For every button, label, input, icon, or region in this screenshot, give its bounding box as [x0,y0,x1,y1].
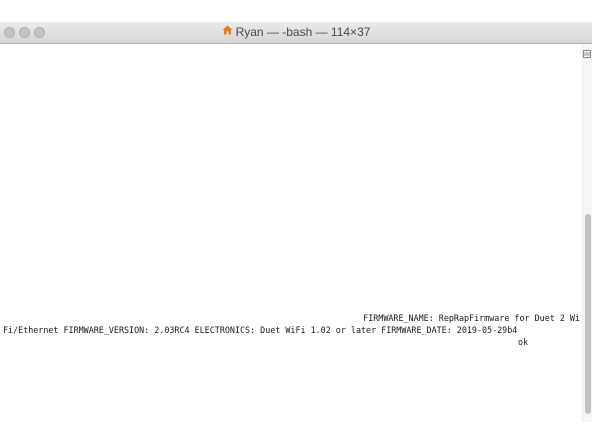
terminal-window: Ryan — -bash — 114×37 FIRMWARE_NAME: Rep… [0,22,592,422]
window-title-text: Ryan — -bash — 114×37 [235,25,371,39]
title-bar[interactable]: Ryan — -bash — 114×37 [0,22,592,44]
vertical-scrollbar[interactable] [582,44,592,422]
terminal-line: FIRMWARE_NAME: RepRapFirmware for Duet 2… [363,313,580,323]
scrollbar-thumb[interactable] [585,214,591,414]
home-icon [222,22,233,42]
terminal-line: Fi/Ethernet FIRMWARE_VERSION: 2.03RC4 EL… [3,325,518,335]
split-pane-icon[interactable] [583,45,591,58]
screenshot-page: Ryan — -bash — 114×37 FIRMWARE_NAME: Rep… [0,0,592,444]
terminal-line: ok [518,337,529,347]
terminal-output[interactable]: FIRMWARE_NAME: RepRapFirmware for Duet 2… [0,44,582,422]
window-title: Ryan — -bash — 114×37 [0,22,592,43]
